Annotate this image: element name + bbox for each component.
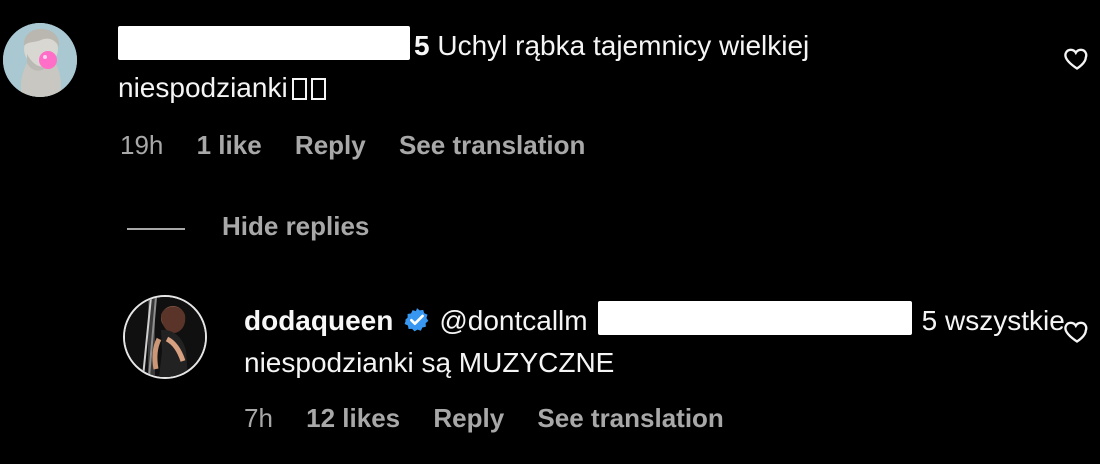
redacted-username xyxy=(118,26,410,60)
unsupported-emoji-icon xyxy=(310,78,326,100)
reply-author-avatar[interactable] xyxy=(123,295,207,379)
mention-prefix[interactable]: @dontcallm xyxy=(439,305,587,336)
reply-text: niespodzianki są MUZYCZNE xyxy=(244,347,615,378)
reply-likes[interactable]: 12 likes xyxy=(306,403,400,434)
profile-avatar-image xyxy=(125,297,205,377)
verified-badge-icon xyxy=(404,308,429,332)
reply-meta: 7h 12 likes Reply See translation xyxy=(244,403,750,434)
redacted-mention xyxy=(597,301,912,335)
comment-text: niespodzianki xyxy=(118,72,288,103)
comment-meta: 19h 1 like Reply See translation xyxy=(120,130,611,161)
comment-likes[interactable]: 1 like xyxy=(197,130,262,161)
heart-icon[interactable] xyxy=(1063,317,1091,345)
reply-text: wszystkie xyxy=(944,305,1065,336)
unsupported-emoji-icon xyxy=(291,78,307,100)
comment-line: niespodzianki xyxy=(118,67,326,109)
see-translation-button[interactable]: See translation xyxy=(399,130,585,161)
comment-text: Uchyl rąbka tajemnicy wielkiej xyxy=(437,30,810,61)
username-suffix[interactable]: 5 xyxy=(414,30,430,61)
mention-suffix[interactable]: 5 xyxy=(922,305,938,336)
username[interactable]: dodaqueen xyxy=(244,305,393,336)
statue-avatar-image xyxy=(3,23,77,97)
replies-divider xyxy=(127,228,185,230)
comment-line: 5 Uchyl rąbka tajemnicy wielkiej xyxy=(118,25,809,67)
reply-line: niespodzianki są MUZYCZNE xyxy=(244,342,614,384)
hide-replies-button[interactable]: Hide replies xyxy=(222,211,369,242)
reply-line: dodaqueen @dontcallm 5 wszystkie xyxy=(244,300,1065,342)
see-translation-button[interactable]: See translation xyxy=(537,403,723,434)
heart-icon[interactable] xyxy=(1063,44,1091,72)
comment-author-avatar[interactable] xyxy=(3,23,77,97)
reply-button[interactable]: Reply xyxy=(295,130,366,161)
reply-button[interactable]: Reply xyxy=(433,403,504,434)
comment-time: 19h xyxy=(120,130,164,160)
reply-time: 7h xyxy=(244,403,273,433)
